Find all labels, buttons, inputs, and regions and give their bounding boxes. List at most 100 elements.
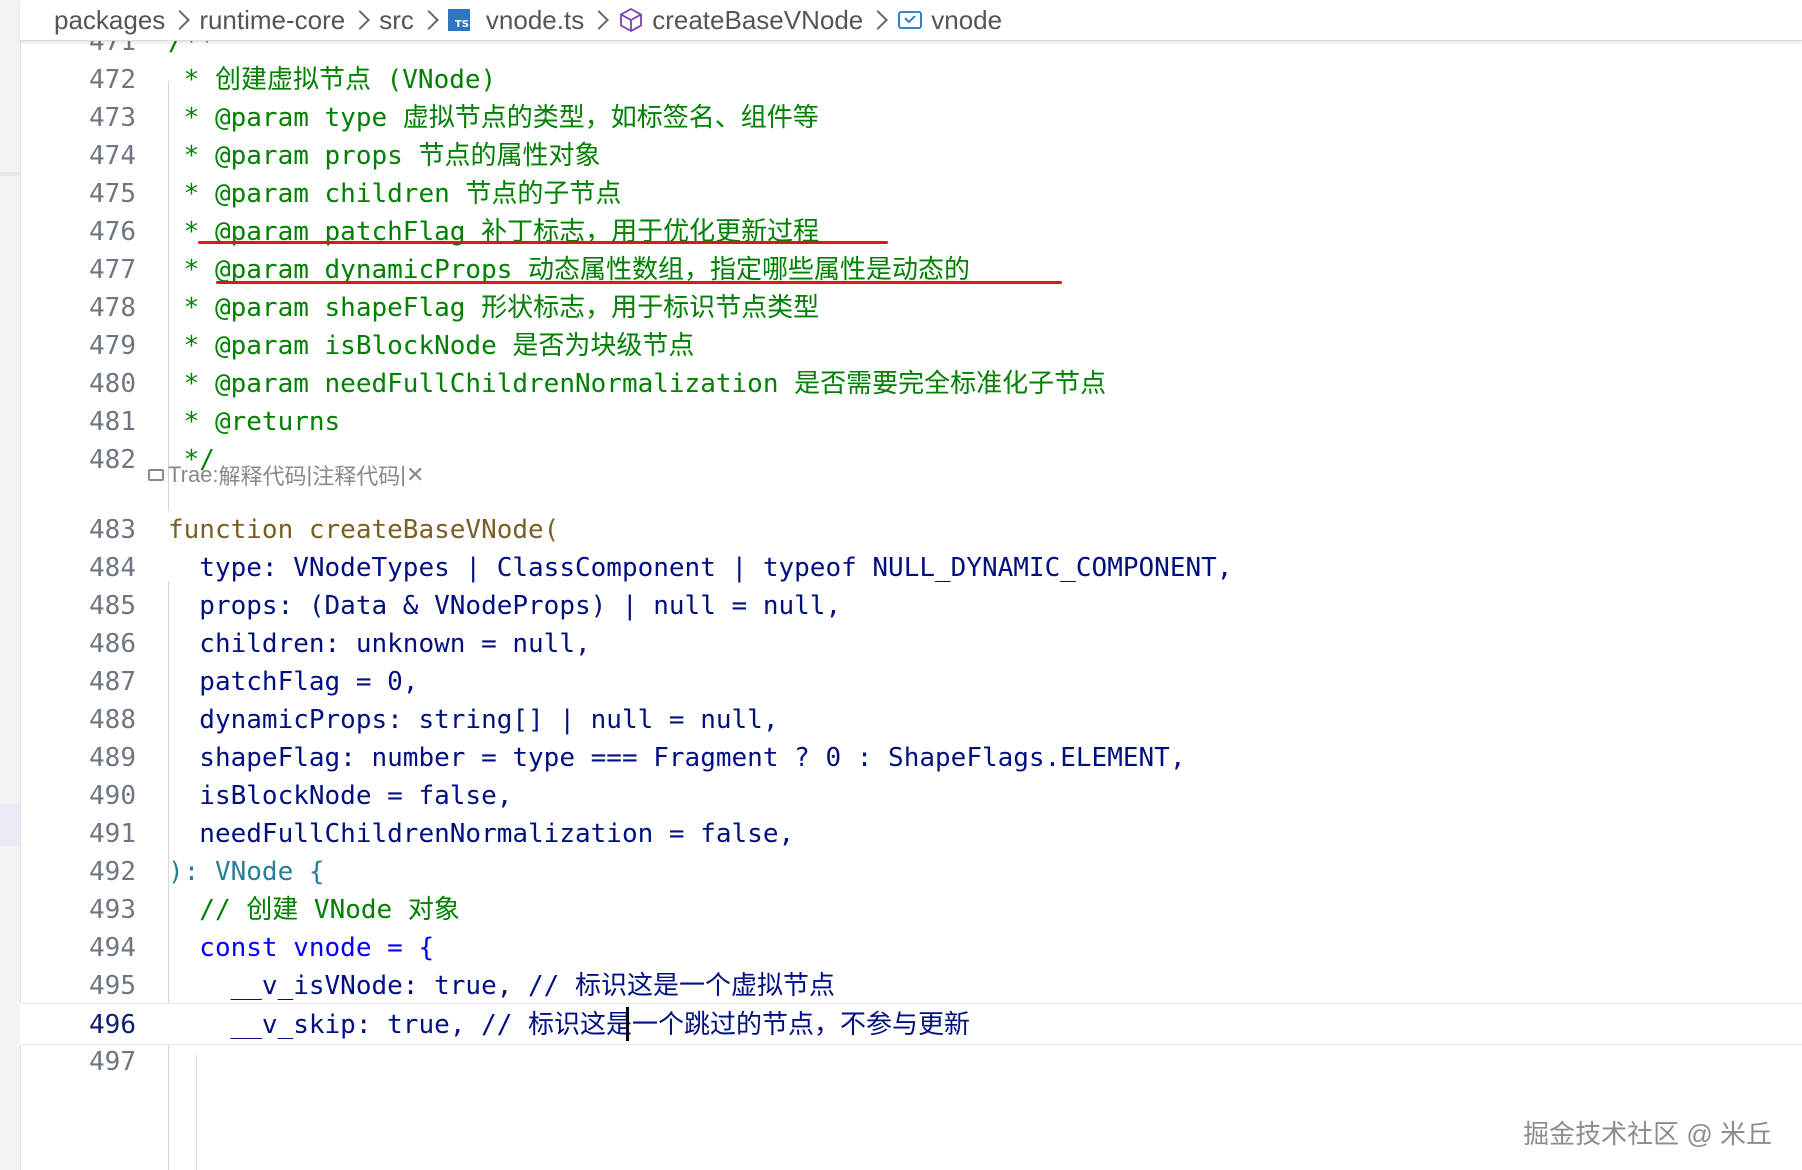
- code-text: ): VNode {: [168, 857, 325, 887]
- code-text: children: unknown = null,: [168, 629, 591, 659]
- variable-icon: [897, 7, 923, 33]
- function-cube-icon: [618, 7, 644, 33]
- code-line[interactable]: 484 type: VNodeTypes | ClassComponent | …: [20, 547, 1802, 589]
- comment-text: * @param shapeFlag 形状标志，用于标识节点类型: [168, 293, 820, 323]
- code-text: needFullChildrenNormalization = false,: [168, 819, 795, 849]
- line-number: 491: [89, 819, 136, 849]
- line-number: 497: [89, 1047, 136, 1077]
- code-line[interactable]: 490 isBlockNode = false,: [20, 775, 1802, 817]
- line-number: 480: [89, 369, 136, 399]
- codelens-explain-link[interactable]: 解释代码: [219, 459, 307, 491]
- breadcrumb-item-src[interactable]: src: [379, 5, 414, 36]
- line-number: 489: [89, 743, 136, 773]
- comment-text: * @param type 虚拟节点的类型，如标签名、组件等: [168, 103, 819, 133]
- code-line[interactable]: 481 * @returns: [20, 401, 1802, 443]
- line-number: 477: [89, 255, 136, 285]
- code-line[interactable]: 478 * @param shapeFlag 形状标志，用于标识节点类型: [20, 287, 1802, 329]
- typescript-file-icon: TS: [447, 9, 470, 31]
- code-line[interactable]: 476 * @param patchFlag 补丁标志，用于优化更新过程: [20, 211, 1802, 253]
- comment-text: // 创建 VNode 对象: [168, 895, 460, 925]
- code-text: patchFlag = 0,: [168, 667, 419, 697]
- line-number: 494: [89, 933, 136, 963]
- line-number: 495: [89, 971, 136, 1001]
- code-editor[interactable]: 471 /** 472 * 创建虚拟节点 (VNode) 473 * @para…: [20, 41, 1802, 1170]
- line-number: 473: [89, 103, 136, 133]
- code-line[interactable]: 493 // 创建 VNode 对象: [20, 889, 1802, 931]
- code-text: props: (Data & VNodeProps) | null = null…: [168, 591, 842, 621]
- comment-text: * 创建虚拟节点 (VNode): [168, 65, 497, 95]
- line-number: 488: [89, 705, 136, 735]
- code-line[interactable]: 491 needFullChildrenNormalization = fals…: [20, 813, 1802, 855]
- comment-text: * @param patchFlag 补丁标志，用于优化更新过程: [168, 217, 820, 247]
- code-line[interactable]: 487 patchFlag = 0,: [20, 661, 1802, 703]
- line-number: 483: [89, 515, 136, 545]
- code-line-active[interactable]: 496 __v_skip: true, // 标识这是一个跳过的节点，不参与更新: [20, 1003, 1802, 1045]
- code-text: type: VNodeTypes | ClassComponent | type…: [168, 553, 1233, 583]
- comment-text: /**: [168, 41, 215, 57]
- code-line[interactable]: 489 shapeFlag: number = type === Fragmen…: [20, 737, 1802, 779]
- breadcrumb: packages runtime-core src TS vnode.ts cr…: [20, 0, 1802, 41]
- code-line[interactable]: 479 * @param isBlockNode 是否为块级节点: [20, 325, 1802, 367]
- line-number: 486: [89, 629, 136, 659]
- chevron-right-icon: [868, 10, 889, 30]
- breadcrumb-item-function[interactable]: createBaseVNode: [652, 5, 863, 36]
- line-number: 478: [89, 293, 136, 323]
- line-number: 479: [89, 331, 136, 361]
- watermark: 掘金技术社区 @ 米丘: [1523, 1119, 1772, 1149]
- annotation-underline: [216, 281, 1062, 284]
- code-line[interactable]: 485 props: (Data & VNodeProps) | null = …: [20, 585, 1802, 627]
- line-number: 487: [89, 667, 136, 697]
- line-number: 490: [89, 781, 136, 811]
- comment-text: * @param isBlockNode 是否为块级节点: [168, 331, 695, 361]
- comment-text: * @param dynamicProps 动态属性数组，指定哪些属性是动态的: [168, 255, 971, 285]
- ai-assistant-icon: [148, 469, 164, 481]
- line-number: 475: [89, 179, 136, 209]
- code-line[interactable]: 488 dynamicProps: string[] | null = null…: [20, 699, 1802, 741]
- breadcrumb-item-packages[interactable]: packages: [54, 5, 165, 36]
- breadcrumb-item-variable[interactable]: vnode: [931, 5, 1002, 36]
- line-number: 482: [89, 445, 136, 475]
- line-number: 472: [89, 65, 136, 95]
- line-number: 484: [89, 553, 136, 583]
- annotation-underline: [198, 241, 888, 244]
- code-line[interactable]: 486 children: unknown = null,: [20, 623, 1802, 665]
- code-line[interactable]: 492 ): VNode {: [20, 851, 1802, 893]
- line-number: 492: [89, 857, 136, 887]
- line-number: 481: [89, 407, 136, 437]
- chevron-right-icon: [419, 10, 439, 30]
- breadcrumb-item-file[interactable]: vnode.ts: [486, 5, 584, 36]
- codelens: Trae: 解释代码 | 注释代码 | ✕: [148, 459, 424, 491]
- line-number: 485: [89, 591, 136, 621]
- codelens-label: Trae:: [168, 462, 219, 487]
- line-number: 493: [89, 895, 136, 925]
- text-cursor: [626, 1007, 629, 1041]
- code-text: function createBaseVNode(: [168, 515, 560, 545]
- chevron-right-icon: [589, 10, 610, 30]
- code-line[interactable]: 475 * @param children 节点的子节点: [20, 173, 1802, 215]
- code-text: const vnode = {: [168, 933, 435, 963]
- code-line[interactable]: 480 * @param needFullChildrenNormalizati…: [20, 363, 1802, 405]
- chevron-right-icon: [350, 10, 371, 30]
- comment-text: * @param props 节点的属性对象: [168, 141, 601, 171]
- line-number: 474: [89, 141, 136, 171]
- code-text: isBlockNode = false,: [168, 781, 513, 811]
- chevron-right-icon: [170, 10, 191, 30]
- comment-text: * @param needFullChildrenNormalization 是…: [168, 369, 1107, 399]
- code-line[interactable]: 483 function createBaseVNode(: [20, 509, 1802, 551]
- line-number: 476: [89, 217, 136, 247]
- breadcrumb-item-runtime-core[interactable]: runtime-core: [199, 5, 345, 36]
- gutter-marker: [0, 172, 20, 176]
- code-line[interactable]: 473 * @param type 虚拟节点的类型，如标签名、组件等: [20, 97, 1802, 139]
- code-line[interactable]: 472 * 创建虚拟节点 (VNode): [20, 59, 1802, 101]
- close-icon[interactable]: ✕: [406, 462, 424, 488]
- code-text: __v_skip: true, // 标识这是一个跳过的节点，不参与更新: [168, 1010, 971, 1040]
- code-line[interactable]: 497: [20, 1041, 1802, 1083]
- code-text: shapeFlag: number = type === Fragment ? …: [168, 743, 1186, 773]
- code-line[interactable]: 495 __v_isVNode: true, // 标识这是一个虚拟节点: [20, 965, 1802, 1007]
- code-line[interactable]: 477 * @param dynamicProps 动态属性数组，指定哪些属性是…: [20, 249, 1802, 291]
- comment-text: * @param children 节点的子节点: [168, 179, 622, 209]
- code-line[interactable]: 474 * @param props 节点的属性对象: [20, 135, 1802, 177]
- code-line[interactable]: 494 const vnode = {: [20, 927, 1802, 969]
- codelens-comment-link[interactable]: 注释代码: [312, 459, 400, 491]
- code-text: __v_isVNode: true, // 标识这是一个虚拟节点: [168, 971, 835, 1001]
